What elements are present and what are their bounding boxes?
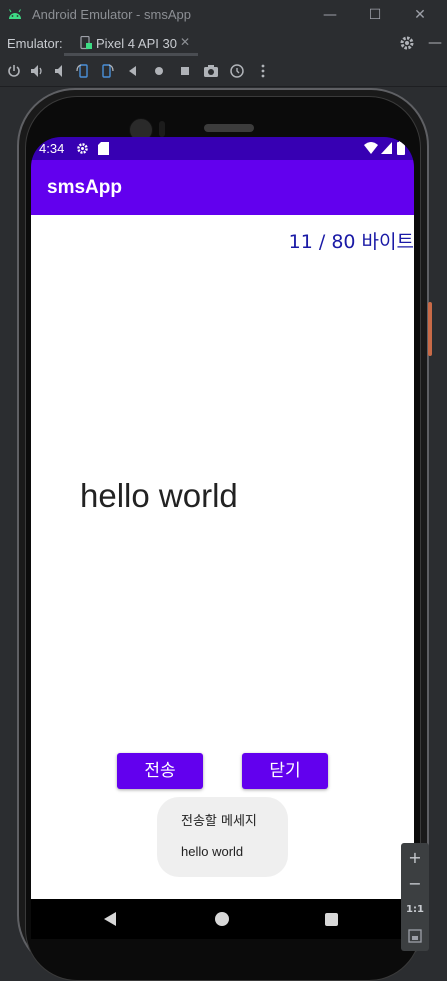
home-icon[interactable] [151,63,167,79]
back-icon[interactable] [125,63,141,79]
zoom-panel: + − 1:1 [401,843,429,951]
android-icon [9,9,21,19]
app-content: 11 / 80 바이트 hello world 전송 닫기 전송할 메세지 he… [31,215,414,899]
byte-counter: 11 / 80 바이트 [288,231,414,253]
earpiece-speaker [204,124,254,132]
phone-screen: 4:34 smsApp 11 / 80 바이트 hello world 전송 닫… [31,137,414,939]
send-button[interactable]: 전송 [117,753,203,789]
device-tab-label: Pixel 4 API 30 [96,36,177,51]
power-icon[interactable] [6,63,22,79]
camera-sensor [159,121,165,137]
title-bar: Android Emulator - smsApp — ☐ ✕ [0,0,447,30]
gear-icon [77,143,88,154]
sd-card-icon [98,142,109,155]
nav-back-icon[interactable] [104,912,116,926]
fit-screen-icon[interactable] [408,929,422,943]
close-window-button[interactable]: ✕ [410,5,430,25]
close-button[interactable]: 닫기 [242,753,328,789]
emulator-controls [0,56,447,87]
snapshot-icon[interactable] [229,63,245,79]
status-bar: 4:34 [31,137,414,160]
signal-icon [381,142,392,154]
more-options-icon[interactable] [255,63,271,79]
rotate-left-icon[interactable] [75,63,91,79]
battery-icon [397,141,405,155]
toast-body: hello world [181,844,244,859]
minimize-button[interactable]: — [320,5,340,25]
volume-down-icon[interactable] [52,63,68,79]
message-text: hello world [80,477,238,514]
maximize-button[interactable]: ☐ [365,5,385,25]
device-icon [80,36,92,50]
close-tab-icon[interactable]: ✕ [180,35,190,49]
zoom-in-button[interactable]: + [401,846,429,870]
zoom-ratio-button[interactable]: 1:1 [401,898,429,922]
emulator-label: Emulator: [7,36,63,51]
screenshot-icon[interactable] [203,63,219,79]
minimize-panel-icon[interactable]: — [428,35,442,51]
wifi-icon [364,142,378,154]
window-title: Android Emulator - smsApp [32,7,191,22]
toast-title: 전송할 메세지 [181,814,257,829]
rotate-right-icon[interactable] [99,63,115,79]
zoom-out-button[interactable]: − [401,872,429,896]
device-tab[interactable]: Pixel 4 API 30 ✕ [64,30,198,56]
navigation-bar [31,899,414,939]
app-title: smsApp [47,177,122,198]
power-side-button[interactable] [428,302,432,356]
overview-icon[interactable] [177,63,193,79]
nav-home-icon[interactable] [215,912,229,926]
nav-recents-icon[interactable] [325,913,338,926]
toast-message: 전송할 메세지 hello world [157,797,288,877]
app-bar: smsApp [31,160,414,215]
emulator-tab-row: Emulator: Pixel 4 API 30 ✕ — [0,30,447,56]
settings-icon[interactable] [399,35,415,51]
volume-up-icon[interactable] [29,63,45,79]
status-time: 4:34 [39,141,65,156]
